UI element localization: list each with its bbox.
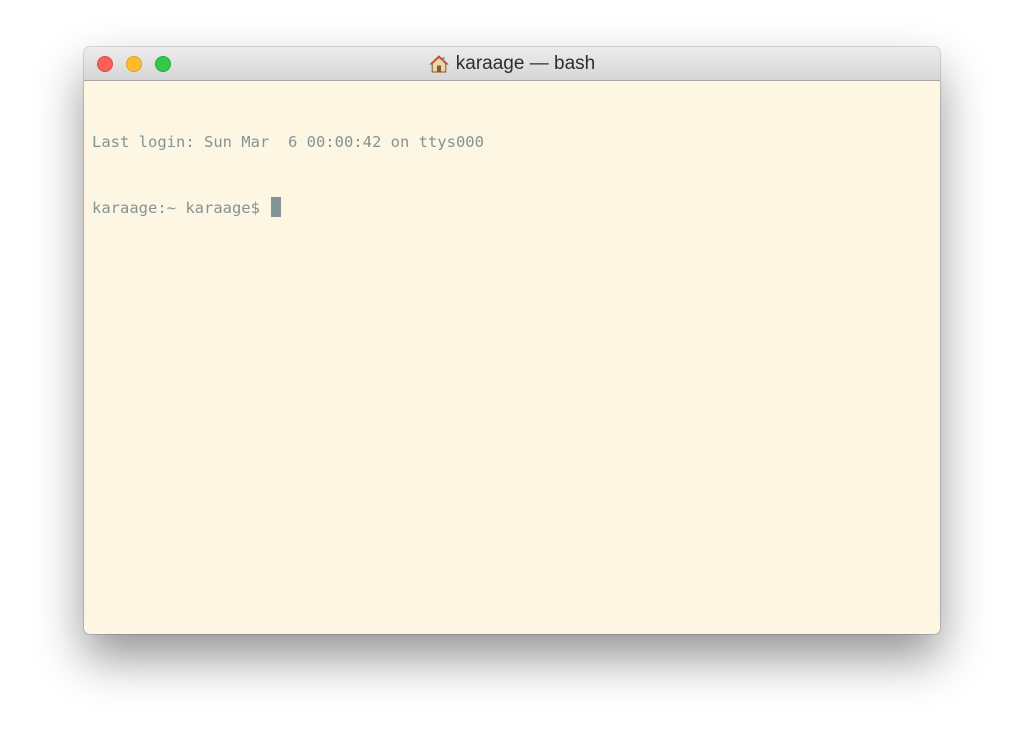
prompt-line[interactable]: karaage:~ karaage$: [92, 197, 932, 219]
title-bar[interactable]: karaage — bash: [84, 47, 940, 81]
prompt-text: karaage:~ karaage$: [92, 199, 270, 217]
terminal-window: karaage — bash Last login: Sun Mar 6 00:…: [84, 47, 940, 634]
home-icon: [429, 55, 449, 73]
terminal-content[interactable]: Last login: Sun Mar 6 00:00:42 on ttys00…: [84, 81, 940, 269]
login-line: Last login: Sun Mar 6 00:00:42 on ttys00…: [92, 133, 484, 151]
text-cursor: [271, 197, 282, 217]
window-title-area: karaage — bash: [84, 47, 940, 81]
window-title: karaage — bash: [455, 53, 596, 74]
